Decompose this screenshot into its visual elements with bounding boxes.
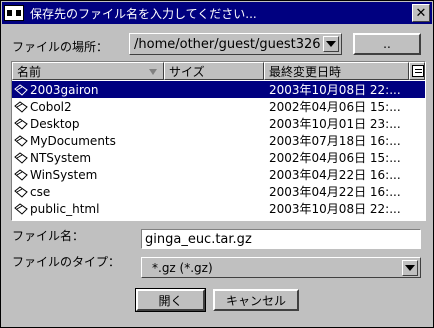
filetype-dropdown-button[interactable] [402, 259, 418, 276]
folder-icon [14, 100, 28, 113]
file-name: public_html [30, 201, 100, 216]
save-dialog: 保存先のファイル名を入力してください... ✕ ファイルの場所： /home/o… [0, 0, 434, 328]
list-item[interactable]: 2003gairon 2003年10月08日 22:... [12, 81, 425, 98]
file-date: 2003年04月22日 16:... [269, 168, 401, 182]
location-dropdown-button[interactable] [323, 36, 339, 52]
file-name-cell: 2003gairon [12, 83, 263, 97]
sort-down-icon [149, 69, 157, 75]
file-name-cell: Cobol2 [12, 100, 263, 114]
file-name: MyDocuments [30, 133, 116, 148]
folder-icon [14, 117, 28, 130]
file-name: Desktop [30, 116, 80, 131]
folder-icon [14, 185, 28, 198]
file-name-cell: cse [12, 185, 263, 199]
file-name-cell: NTSystem [12, 151, 263, 165]
column-date-label: 最終変更日時 [269, 64, 342, 79]
folder-icon [14, 134, 28, 147]
list-item[interactable]: public_html 2003年10月08日 22:... [12, 200, 425, 217]
list-header: 名前 サイズ 最終変更日時 [12, 62, 425, 80]
column-size-header[interactable]: サイズ [164, 62, 264, 80]
file-date: 2002年04月06日 15:... [269, 151, 401, 165]
filetype-combo[interactable]: *.gz (*.gz) [141, 257, 421, 278]
file-date: 2003年10月08日 22:... [269, 83, 401, 97]
window-title: 保存先のファイル名を入力してください... [30, 6, 257, 21]
filename-input[interactable]: ginga_euc.tar.gz [141, 229, 421, 249]
title-bar[interactable]: 保存先のファイル名を入力してください... ✕ [2, 2, 432, 24]
file-date: 2003年07月18日 16:... [269, 134, 401, 148]
file-date: 2003年10月01日 23:... [269, 117, 401, 131]
column-date-header[interactable]: 最終変更日時 [264, 62, 409, 80]
folder-icon [14, 83, 28, 96]
list-item[interactable]: MyDocuments 2003年07月18日 16:... [12, 132, 425, 149]
view-list-icon [412, 65, 424, 77]
file-name: Cobol2 [30, 99, 72, 114]
list-item[interactable]: NTSystem 2002年04月06日 15:... [12, 149, 425, 166]
file-name: WinSystem [30, 167, 98, 182]
location-path: /home/other/guest/guest326 [134, 36, 321, 52]
file-name-cell: WinSystem [12, 168, 263, 182]
file-date: 2002年04月06日 15:... [269, 100, 401, 114]
filetype-value: *.gz (*.gz) [152, 260, 213, 275]
list-item[interactable]: Cobol2 2002年04月06日 15:... [12, 98, 425, 115]
list-item[interactable]: Desktop 2003年10月01日 23:... [12, 115, 425, 132]
column-size-label: サイズ [169, 64, 205, 79]
up-folder-button[interactable]: .. [353, 33, 421, 55]
app-icon[interactable] [4, 5, 24, 21]
folder-icon [14, 202, 28, 215]
file-rows: 2003gairon 2003年10月08日 22:... Cobol2 2002年0… [12, 81, 425, 217]
file-name-cell: MyDocuments [12, 134, 263, 148]
file-date: 2003年10月08日 22:... [269, 202, 401, 216]
close-button[interactable]: ✕ [412, 4, 430, 22]
folder-icon [14, 151, 28, 164]
filename-label: ファイル名： [12, 229, 85, 243]
view-options-button[interactable] [409, 62, 425, 80]
file-list[interactable]: 名前 サイズ 最終変更日時 2003gairon 2003年10月08日 22:.… [11, 61, 426, 221]
list-item[interactable]: cse 2003年04月22日 16:... [12, 183, 425, 200]
file-date: 2003年04月22日 16:... [269, 185, 401, 199]
column-name-label: 名前 [17, 64, 42, 79]
file-name: 2003gairon [30, 82, 99, 97]
chevron-down-icon [405, 264, 415, 271]
folder-icon [14, 168, 28, 181]
file-name-cell: Desktop [12, 117, 263, 131]
location-combo[interactable]: /home/other/guest/guest326 [129, 33, 342, 55]
column-name-header[interactable]: 名前 [12, 62, 164, 80]
chevron-down-icon [326, 41, 336, 47]
filetype-label: ファイルのタイプ： [12, 255, 121, 269]
open-button[interactable]: 開く [135, 288, 206, 312]
file-name: NTSystem [30, 150, 92, 165]
close-icon: ✕ [415, 5, 427, 21]
location-label: ファイルの場所： [12, 40, 109, 54]
list-item[interactable]: WinSystem 2003年04月22日 16:... [12, 166, 425, 183]
cancel-button[interactable]: キャンセル [213, 289, 299, 311]
file-name-cell: public_html [12, 202, 263, 216]
file-name: cse [30, 184, 51, 199]
